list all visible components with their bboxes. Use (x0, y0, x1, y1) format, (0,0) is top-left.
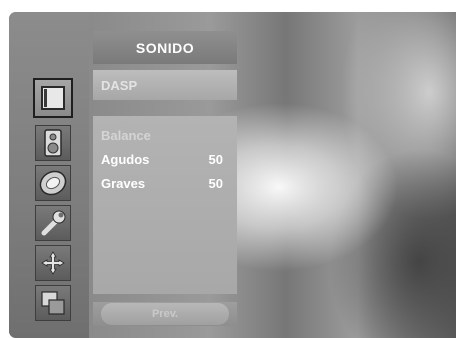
picture-icon[interactable] (33, 78, 73, 118)
sound-settings-list: Balance Agudos 50 Graves 50 (93, 116, 237, 294)
graves-label: Graves (101, 175, 146, 191)
graves-value: 50 (208, 175, 223, 191)
pip-icon[interactable] (35, 285, 71, 321)
list-item-graves[interactable]: Graves 50 (93, 172, 237, 194)
agudos-label: Agudos (101, 151, 150, 167)
dasp-item[interactable]: DASP (93, 70, 237, 100)
list-item-agudos[interactable]: Agudos 50 (93, 148, 237, 170)
balance-label: Balance (101, 127, 151, 143)
prev-bar: Prev. (93, 302, 237, 326)
prev-button[interactable]: Prev. (101, 303, 229, 325)
osd-screen: SONIDO DASP Balance Agudos 50 Graves 50 … (9, 12, 456, 338)
crosshair-icon[interactable] (35, 245, 71, 281)
list-item-balance[interactable]: Balance (93, 124, 237, 146)
menu-title: SONIDO (93, 31, 237, 64)
wrench-icon[interactable] (35, 205, 71, 241)
clock-icon[interactable] (35, 165, 71, 201)
dasp-label: DASP (101, 77, 138, 93)
agudos-value: 50 (208, 151, 223, 167)
speaker-icon[interactable] (35, 125, 71, 161)
